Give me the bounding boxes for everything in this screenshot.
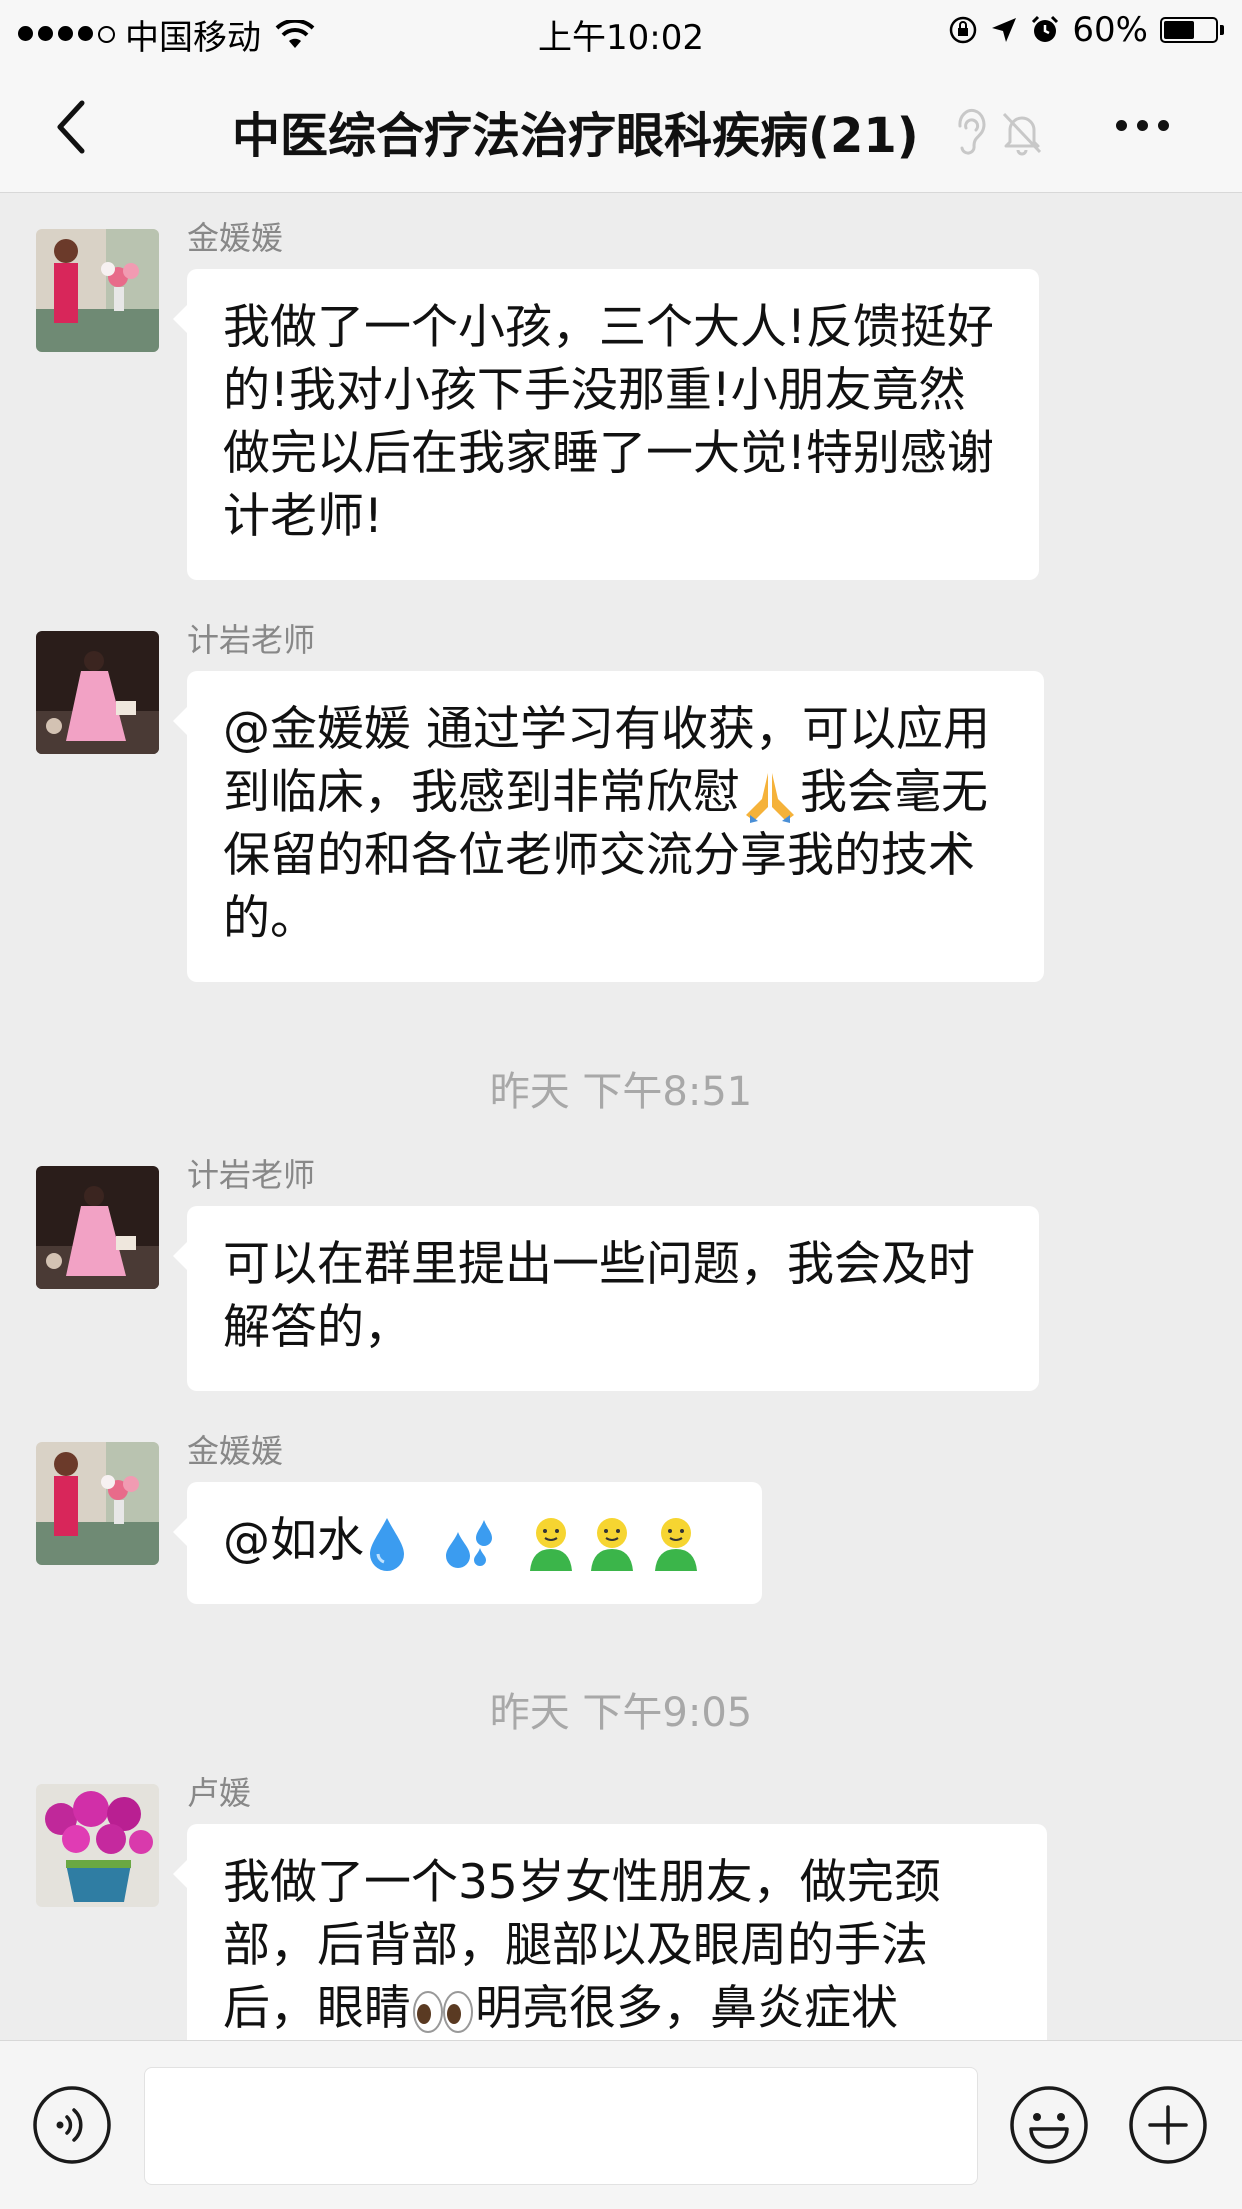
more-icon[interactable] xyxy=(1116,120,1169,131)
timestamp: 昨天 下午9:05 xyxy=(489,1690,753,1736)
message-bubble[interactable]: @金媛媛 通过学习有收获，可以应用到临床，我感到非常欣慰 我会毫无保留的和各位老… xyxy=(173,671,1044,982)
message-bubble[interactable]: 可以在群里提出一些问题，我会及时解答的， xyxy=(173,1206,1039,1391)
sender-name: 计岩老师 xyxy=(187,621,316,659)
timestamp: 昨天 下午8:51 xyxy=(489,1069,753,1115)
status-bar: 中国移动 上午10:02 60% xyxy=(0,0,1242,62)
emoji-icon[interactable] xyxy=(1009,2085,1089,2165)
nav-bar: 中医综合疗法治疗眼科疾病(21) xyxy=(0,62,1242,193)
battery-percent: 60% xyxy=(1072,10,1148,50)
plus-icon[interactable] xyxy=(1128,2085,1208,2165)
sweat-droplets-emoji-icon xyxy=(446,1519,492,1568)
avatar[interactable] xyxy=(36,1442,159,1565)
battery-icon xyxy=(1160,17,1224,43)
message-text: @如水 xyxy=(223,1513,364,1568)
chat-area[interactable]: 金媛媛 我做了一个小孩，三个大人!反馈挺好的!我对小孩下手没那重!小朋友竟然做完… xyxy=(0,193,1242,2040)
message-bubble[interactable]: 我做了一个小孩，三个大人!反馈挺好的!我对小孩下手没那重!小朋友竟然做完以后在我… xyxy=(173,269,1039,580)
message-input[interactable] xyxy=(144,2067,978,2185)
praying-hands-emoji-icon xyxy=(746,772,794,823)
input-bar xyxy=(0,2040,1242,2209)
alarm-icon xyxy=(1032,15,1059,42)
voice-icon[interactable] xyxy=(32,2085,112,2165)
back-arrow-icon[interactable] xyxy=(52,97,92,157)
person-emoji-icon xyxy=(530,1517,572,1571)
message-bubble[interactable]: @如水 xyxy=(173,1482,762,1604)
rotation-lock-icon xyxy=(950,16,977,44)
person-emoji-icon xyxy=(591,1517,633,1571)
avatar[interactable] xyxy=(36,1166,159,1289)
eyes-emoji-icon xyxy=(413,1990,473,2033)
person-emoji-icon xyxy=(655,1517,697,1571)
message-bubble[interactable]: 我做了一个35岁女性朋友，做完颈部，后背部，腿部以及眼周的手法后，眼睛 明亮很多… xyxy=(173,1824,1047,2040)
bell-muted-icon xyxy=(1002,112,1042,156)
avatar[interactable] xyxy=(36,1784,159,1907)
sender-name: 金媛媛 xyxy=(187,219,284,257)
status-right: 60% xyxy=(948,10,1224,50)
avatar[interactable] xyxy=(36,631,159,754)
location-icon xyxy=(992,18,1017,42)
message-text: 明亮很多，鼻炎症状 xyxy=(475,1981,898,2036)
droplet-emoji-icon xyxy=(370,1517,404,1571)
chat-title: 中医综合疗法治疗眼科疾病(21) xyxy=(232,108,919,164)
sender-name: 计岩老师 xyxy=(187,1156,316,1194)
sender-name: 金媛媛 xyxy=(187,1432,284,1470)
avatar[interactable] xyxy=(36,229,159,352)
sender-name: 卢媛 xyxy=(187,1774,252,1812)
ear-icon xyxy=(958,108,986,155)
